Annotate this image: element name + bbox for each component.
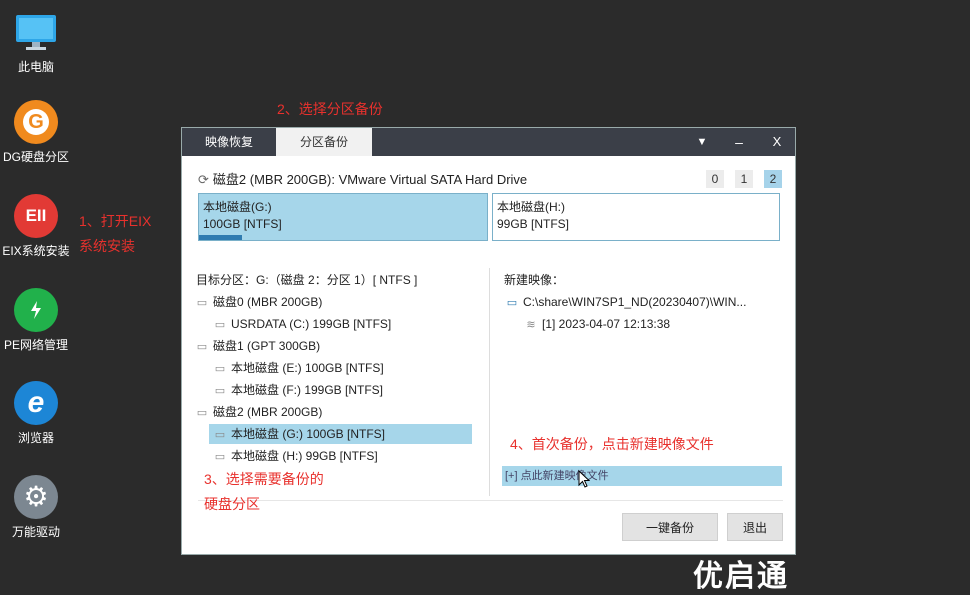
- image-entry-item[interactable]: ≋ [1] 2023-04-07 12:13:38: [525, 314, 670, 334]
- mouse-cursor-icon: [578, 469, 591, 493]
- desktop-icon-browser[interactable]: e 浏览器: [0, 381, 72, 446]
- monitor-icon: [14, 10, 58, 54]
- watermark-logo: 优启通: [693, 560, 789, 593]
- annotation-step4: 4、首次备份，点击新建映像文件: [510, 436, 714, 452]
- annotation-step1-line2: 系统安装: [79, 238, 135, 254]
- backup-window: 映像恢复 分区备份 ▼ – X ⟳ 磁盘2 (MBR 200GB): VMware…: [181, 127, 796, 555]
- browser-icon: e: [14, 381, 58, 425]
- desktop-icon-dg-partition[interactable]: G DG硬盘分区: [0, 100, 72, 165]
- disk-icon: ▭: [196, 297, 208, 309]
- desktop-icon-eix-install[interactable]: EII EIX系统安装: [0, 194, 72, 259]
- tab-image-restore[interactable]: 映像恢复: [182, 128, 276, 156]
- folder-icon: ▭: [214, 429, 226, 441]
- dropdown-menu-icon[interactable]: ▼: [684, 128, 720, 156]
- target-partition-label: 目标分区：G:（磁盘 2：分区 1）[ NTFS ]: [196, 273, 418, 287]
- disk-page-0[interactable]: 0: [706, 170, 724, 188]
- partition-name: 本地磁盘(G:): [203, 200, 272, 214]
- refresh-icon[interactable]: ⟳: [198, 172, 209, 187]
- one-click-backup-button[interactable]: 一键备份: [622, 513, 718, 541]
- gear-icon: ⚙: [14, 475, 58, 519]
- folder-icon: ▭: [214, 385, 226, 397]
- tab-partition-backup[interactable]: 分区备份: [276, 128, 372, 156]
- disk-page-1[interactable]: 1: [735, 170, 753, 188]
- disk-icon: ▭: [196, 341, 208, 353]
- folder-icon: ▭: [214, 363, 226, 375]
- new-image-label: 新建映像：: [504, 273, 565, 287]
- eix-logo-icon: EII: [14, 194, 58, 238]
- partition-block-h[interactable]: 本地磁盘(H:) 99GB [NTFS]: [492, 193, 780, 241]
- desktop-icon-label: 浏览器: [17, 431, 54, 445]
- desktop-icon-label: PE网络管理: [3, 338, 68, 352]
- disk-header: ⟳ 磁盘2 (MBR 200GB): VMware Virtual SATA Ha…: [198, 169, 527, 188]
- tree-disk-2[interactable]: ▭ 磁盘2 (MBR 200GB): [196, 402, 323, 422]
- layers-icon: ≋: [526, 319, 536, 331]
- image-path-item[interactable]: ▭ C:\share\WIN7SP1_ND(20230407)\WIN...: [506, 292, 747, 312]
- new-image-link[interactable]: [+] 点此新建映像文件: [502, 466, 782, 486]
- desktop-icon-label: 万能驱动: [11, 525, 60, 539]
- tree-partition-f[interactable]: ▭ 本地磁盘 (F:) 199GB [NTFS]: [214, 380, 383, 400]
- footer-divider: [198, 500, 783, 501]
- desktop-icon-label: 此电脑: [17, 60, 54, 74]
- tree-disk-1[interactable]: ▭ 磁盘1 (GPT 300GB): [196, 336, 320, 356]
- target-partition-value: G:（磁盘 2：分区 1）[ NTFS ]: [256, 273, 418, 287]
- dg-logo-icon: G: [14, 100, 58, 144]
- minimize-button[interactable]: –: [721, 128, 757, 156]
- partition-name: 本地磁盘(H:): [497, 200, 565, 214]
- tree-partition-c[interactable]: ▭ USRDATA (C:) 199GB [NTFS]: [214, 314, 391, 334]
- annotation-step1-line1: 1、打开EIX: [79, 213, 152, 229]
- network-icon: [14, 288, 58, 332]
- desktop-icon-label: EIX系统安装: [2, 244, 70, 258]
- partition-size: 100GB [NTFS]: [203, 217, 282, 231]
- folder-icon: ▭: [214, 451, 226, 463]
- exit-button[interactable]: 退出: [727, 513, 783, 541]
- disk-page-2[interactable]: 2: [764, 170, 782, 188]
- tree-partition-g[interactable]: ▭ 本地磁盘 (G:) 100GB [NTFS]: [209, 424, 472, 444]
- folder-icon: ▭: [214, 319, 226, 331]
- panel-divider: [489, 268, 490, 496]
- annotation-step3-line1: 3、选择需要备份的: [204, 471, 324, 487]
- close-button[interactable]: X: [759, 128, 795, 156]
- disk-icon: ▭: [196, 407, 208, 419]
- desktop-icon-label: DG硬盘分区: [2, 150, 69, 164]
- desktop-icon-this-pc[interactable]: 此电脑: [0, 10, 72, 75]
- partition-size: 99GB [NTFS]: [497, 217, 570, 231]
- annotation-step2: 2、选择分区备份: [277, 101, 383, 117]
- partition-usage-bar: [199, 235, 242, 240]
- monitor-icon: ▭: [506, 297, 518, 309]
- disk-header-text: 磁盘2 (MBR 200GB): VMware Virtual SATA Har…: [212, 172, 528, 187]
- desktop-icon-driver[interactable]: ⚙ 万能驱动: [0, 475, 72, 540]
- desktop-icon-pe-network[interactable]: PE网络管理: [0, 288, 72, 353]
- partition-block-g[interactable]: 本地磁盘(G:) 100GB [NTFS]: [198, 193, 488, 241]
- annotation-step3-line2: 硬盘分区: [204, 496, 260, 512]
- tree-partition-e[interactable]: ▭ 本地磁盘 (E:) 100GB [NTFS]: [214, 358, 384, 378]
- window-titlebar: 映像恢复 分区备份 ▼ – X: [182, 128, 795, 156]
- tree-partition-h[interactable]: ▭ 本地磁盘 (H:) 99GB [NTFS]: [214, 446, 378, 466]
- tree-disk-0[interactable]: ▭ 磁盘0 (MBR 200GB): [196, 292, 323, 312]
